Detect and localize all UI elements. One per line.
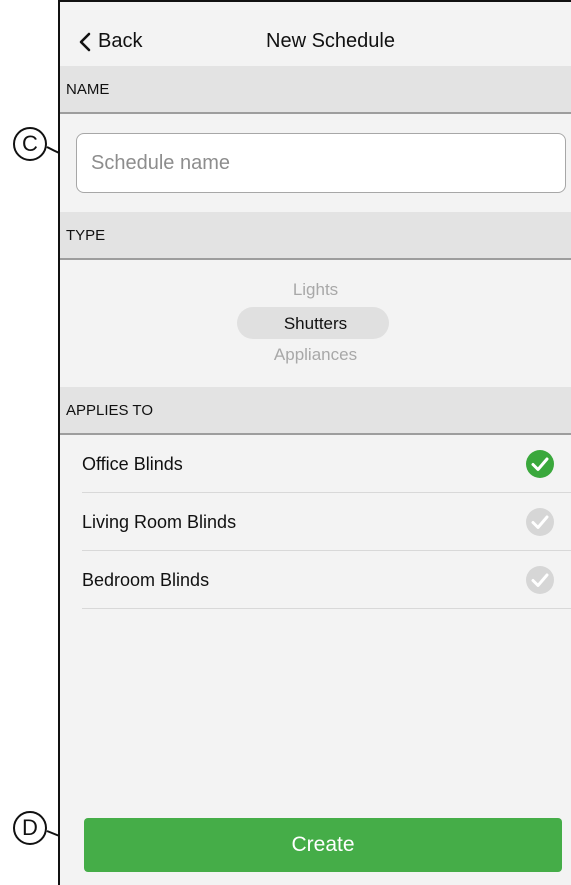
create-button[interactable]: Create [84, 818, 562, 872]
navigation-bar: Back New Schedule [60, 2, 571, 66]
phone-screen: Back New Schedule NAME TYPE Lights Shutt… [58, 0, 571, 885]
section-header-type: TYPE [60, 212, 571, 260]
list-item-living-room-blinds[interactable]: Living Room Blinds [82, 493, 571, 551]
type-picker[interactable]: Lights Shutters Appliances [60, 260, 571, 387]
list-item-office-blinds[interactable]: Office Blinds [82, 435, 571, 493]
section-header-applies-to: APPLIES TO [60, 387, 571, 435]
callout-c: C [13, 127, 47, 161]
section-header-name: NAME [60, 66, 571, 114]
checkmark-unchecked-icon[interactable] [525, 507, 555, 537]
picker-option-shutters[interactable]: Shutters [60, 314, 571, 334]
picker-option-lights[interactable]: Lights [60, 280, 571, 300]
picker-option-appliances[interactable]: Appliances [60, 345, 571, 365]
checkmark-checked-icon[interactable] [525, 449, 555, 479]
schedule-name-input[interactable] [76, 133, 566, 193]
callout-d: D [13, 811, 47, 845]
list-item-label: Bedroom Blinds [82, 570, 210, 590]
checkmark-unchecked-icon[interactable] [525, 565, 555, 595]
list-item-label: Living Room Blinds [82, 512, 237, 532]
page-title: New Schedule [266, 30, 395, 52]
list-item-label: Office Blinds [82, 454, 183, 474]
list-item-bedroom-blinds[interactable]: Bedroom Blinds [82, 551, 571, 609]
